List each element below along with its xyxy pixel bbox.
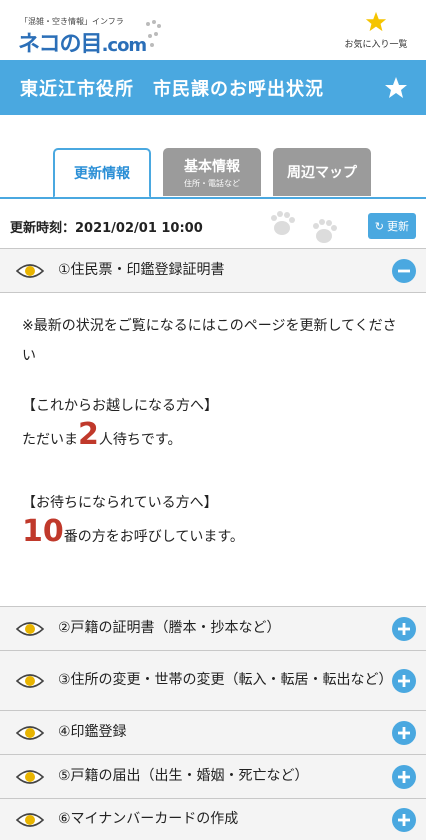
refresh-notice: ※最新の状況をご覧になるにはこのページを更新してください (22, 318, 397, 364)
tab-basic-info[interactable]: 基本情報住所・電話など (163, 148, 261, 196)
section-header-family-register-certificate[interactable]: ②戸籍の証明書（謄本・抄本など） (0, 606, 426, 650)
paw-print-icon (271, 211, 337, 243)
tab-label: 更新情報 (74, 166, 130, 182)
paw-print-icon (146, 20, 161, 47)
section-label: ②戸籍の証明書（謄本・抄本など） (58, 619, 281, 636)
logo-text: ネコの目.com (18, 26, 148, 58)
logo-main-text: ネコの目 (18, 32, 103, 57)
waiting-count: 2 (78, 417, 99, 452)
tab-bar: 更新情報 基本情報住所・電話など 周辺マップ (53, 148, 371, 198)
expand-icon[interactable] (392, 616, 416, 641)
section-label: ①住民票・印鑑登録証明書 (58, 261, 225, 278)
waiting-suffix: 番の方をお呼びしています。 (63, 529, 244, 545)
eye-icon (16, 725, 44, 740)
upcoming-prefix: ただいま (22, 432, 78, 448)
waiting-heading: 【お待ちになられている方へ】 (22, 495, 218, 511)
expand-icon[interactable] (392, 668, 416, 693)
eye-icon (16, 673, 44, 688)
section-label: ④印鑑登録 (58, 723, 127, 740)
site-header: 「混雑・空き情報」インフラ ネコの目.com お気に入り一覧 (0, 0, 426, 60)
expand-icon[interactable] (392, 807, 416, 832)
favorites-label: お気に入り一覧 (344, 39, 408, 50)
tab-update-info[interactable]: 更新情報 (53, 148, 151, 198)
section-label: ⑥マイナンバーカードの作成 (58, 810, 239, 827)
now-calling-number: 10 (22, 514, 64, 549)
update-row: 更新時刻：2021/02/01 10:00 ↻ 更新 (0, 206, 426, 246)
section-label: ③住所の変更・世帯の変更（転入・転居・転出など） (58, 671, 393, 688)
section-label: ⑤戸籍の届出（出生・婚姻・死亡など） (58, 767, 309, 784)
section-header-family-register-notification[interactable]: ⑤戸籍の届出（出生・婚姻・死亡など） (0, 754, 426, 798)
section-header-resident-certificate[interactable]: ①住民票・印鑑登録証明書 (0, 248, 426, 292)
eye-icon (16, 812, 44, 827)
section-header-address-change[interactable]: ③住所の変更・世帯の変更（転入・転居・転出など） (0, 650, 426, 710)
eye-icon (16, 263, 44, 278)
update-time: 更新時刻：2021/02/01 10:00 (10, 220, 203, 236)
expand-icon[interactable] (392, 720, 416, 745)
tab-underline (0, 197, 426, 199)
section-detail: ※最新の状況をご覧になるにはこのページを更新してください 【これからお越しになる… (0, 292, 426, 606)
favorites-link[interactable]: お気に入り一覧 (336, 11, 416, 50)
tab-nearby-map[interactable]: 周辺マップ (273, 148, 371, 196)
refresh-icon: ↻ (374, 219, 384, 233)
tab-label: 基本情報 (184, 158, 240, 175)
upcoming-heading: 【これからお越しになる方へ】 (22, 398, 218, 414)
star-icon (365, 11, 387, 31)
refresh-button[interactable]: ↻ 更新 (367, 213, 416, 239)
logo-suffix: .com (101, 35, 148, 56)
refresh-label: 更新 (387, 220, 409, 233)
expand-icon[interactable] (392, 764, 416, 789)
tab-sublabel: 住所・電話など (184, 178, 240, 188)
section-header-my-number-card[interactable]: ⑥マイナンバーカードの作成 (0, 798, 426, 840)
upcoming-suffix: 人待ちです。 (98, 432, 182, 448)
facility-title-bar: 東近江市役所 市民課のお呼出状況 (0, 60, 426, 115)
waiting-line: ただいま2人待ちです。 (22, 417, 404, 452)
tab-label: 周辺マップ (287, 165, 357, 181)
page-title: 東近江市役所 市民課のお呼出状況 (20, 78, 324, 100)
section-header-seal-registration[interactable]: ④印鑑登録 (0, 710, 426, 754)
site-logo[interactable]: 「混雑・空き情報」インフラ ネコの目.com (10, 6, 161, 57)
star-icon[interactable] (384, 76, 408, 100)
calling-line: 10番の方をお呼びしています。 (22, 514, 404, 549)
eye-icon (16, 769, 44, 784)
eye-icon (16, 621, 44, 636)
collapse-icon[interactable] (392, 258, 416, 283)
